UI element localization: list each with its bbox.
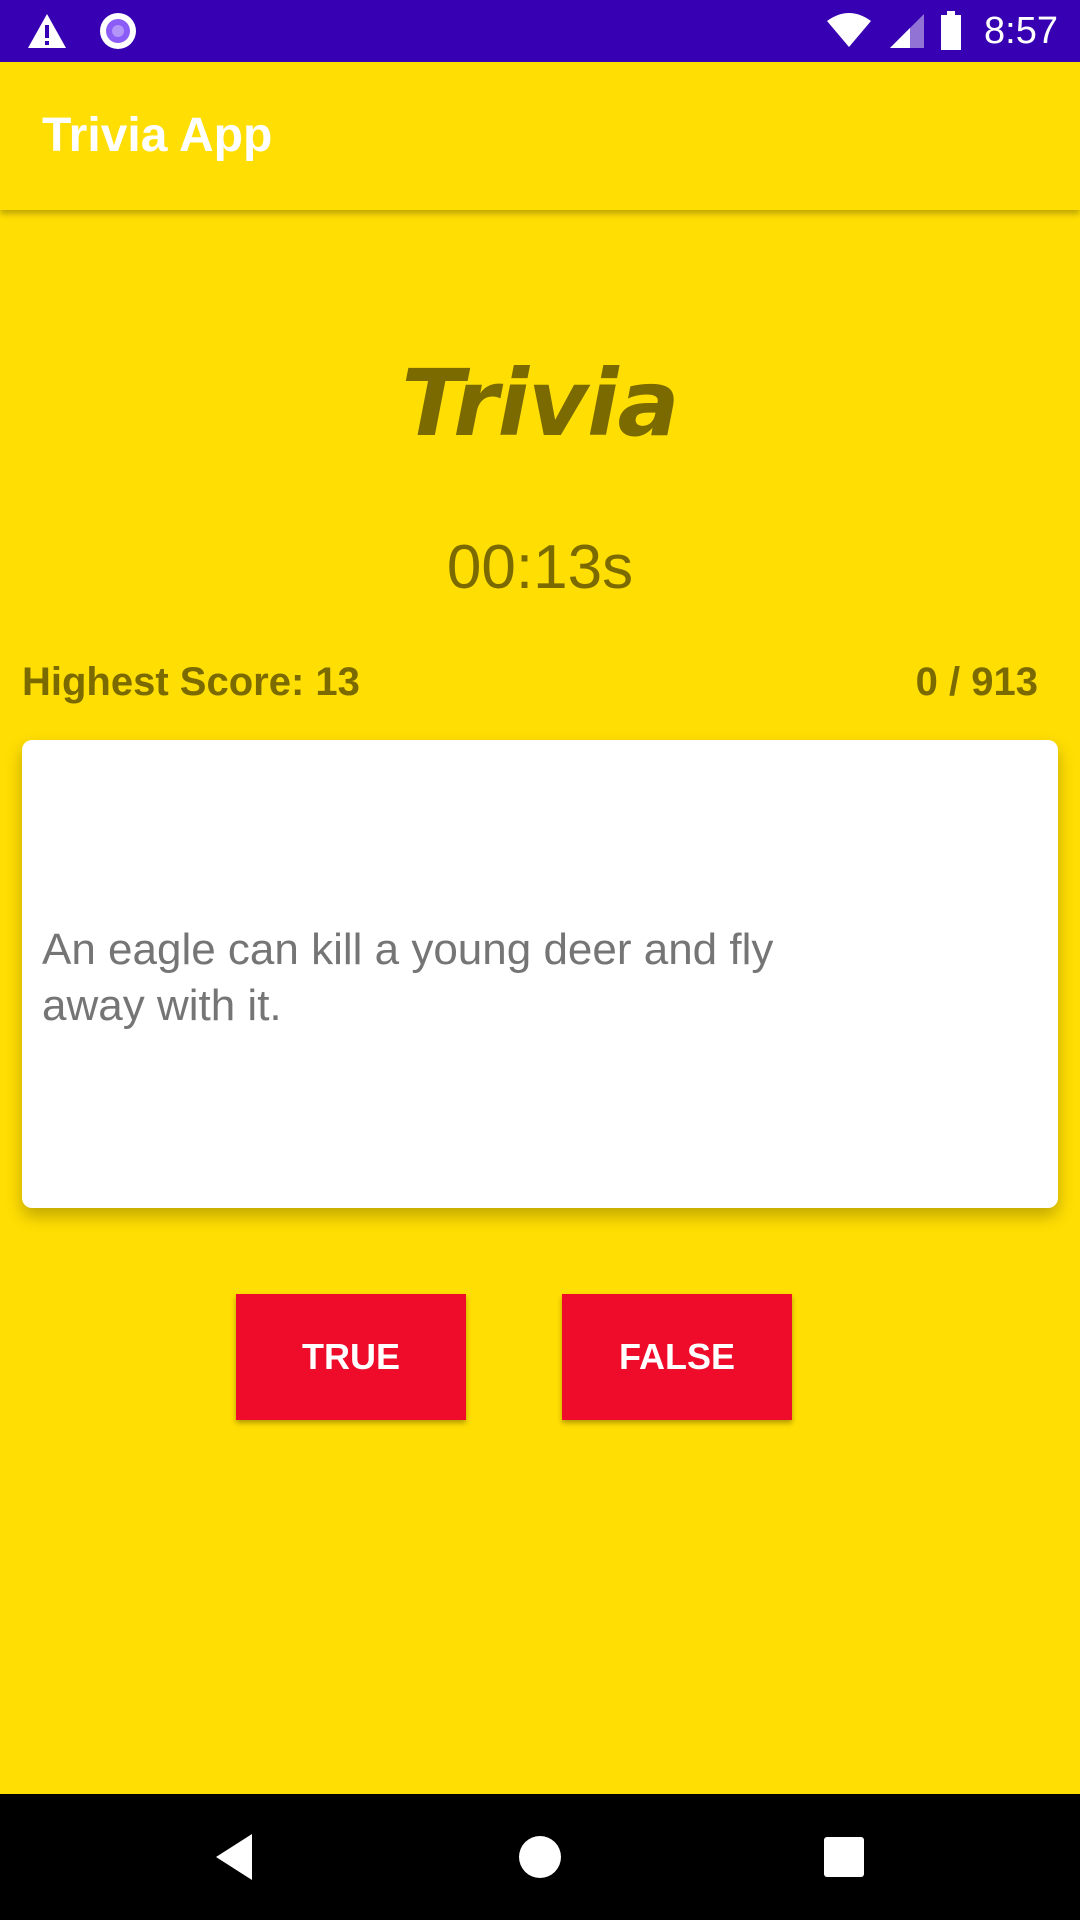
navigation-bar	[0, 1794, 1080, 1920]
status-left-icons	[26, 10, 138, 52]
question-progress: 0 / 913	[915, 660, 1038, 704]
status-right-icons: 8:57	[826, 0, 1058, 62]
status-bar: 8:57	[0, 0, 1080, 62]
question-card: An eagle can kill a young deer and fly a…	[22, 740, 1058, 1208]
warning-icon	[28, 14, 66, 48]
app-title: Trivia App	[42, 109, 273, 162]
circle-notification-icon	[100, 13, 136, 49]
cellular-signal-icon	[890, 14, 925, 48]
battery-icon	[941, 11, 962, 50]
app-bar: Trivia App	[0, 62, 1080, 210]
back-icon[interactable]	[202, 1824, 268, 1890]
home-icon[interactable]	[507, 1824, 573, 1890]
highest-score-label: Highest Score: 13	[22, 660, 360, 704]
question-text: An eagle can kill a young deer and fly a…	[42, 925, 774, 1030]
status-time: 8:57	[984, 9, 1058, 52]
wifi-icon	[827, 13, 872, 47]
recents-icon[interactable]	[811, 1824, 877, 1890]
false-button[interactable]: FALSE	[562, 1294, 792, 1420]
headline-title: Trivia	[401, 350, 679, 457]
score-row: Highest Score: 13 0 / 913	[22, 660, 1038, 712]
true-button[interactable]: TRUE	[236, 1294, 466, 1420]
timer-display: 00:13s	[446, 533, 634, 602]
trivia-screen: 8:57 Trivia App Trivia 00:13s Highest Sc…	[0, 0, 1080, 1920]
